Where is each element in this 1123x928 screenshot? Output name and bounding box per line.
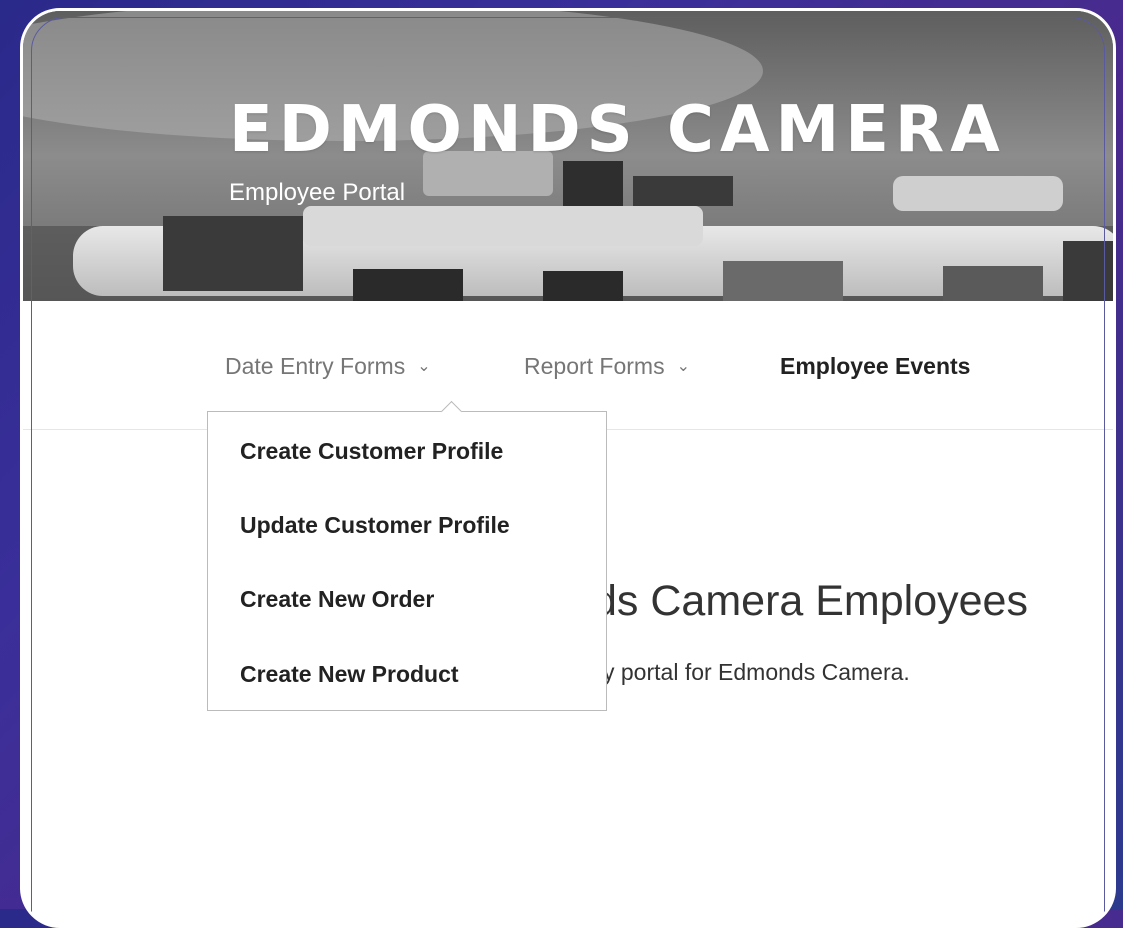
menu-item-create-customer-profile[interactable]: Create Customer Profile <box>240 438 503 465</box>
site-title[interactable]: EDMONDS CAMERA <box>229 93 1006 167</box>
header-banner: EDMONDS CAMERA Employee Portal <box>23 11 1113 301</box>
menu-item-create-new-order[interactable]: Create New Order <box>240 586 434 613</box>
nav-item-employee-events[interactable]: Employee Events <box>780 353 970 380</box>
nav-item-label: Employee Events <box>780 353 971 379</box>
nav-item-label: Date Entry Forms <box>225 353 406 379</box>
page-intro-text: y portal for Edmonds Camera. <box>603 659 910 685</box>
page-heading: ds Camera Employees <box>593 577 1028 625</box>
menu-item-update-customer-profile[interactable]: Update Customer Profile <box>240 512 510 539</box>
menu-item-create-new-product[interactable]: Create New Product <box>240 661 459 688</box>
site-subtitle: Employee Portal <box>229 179 406 206</box>
chevron-down-icon: ⌄ <box>676 357 690 375</box>
chevron-down-icon: ⌄ <box>417 357 431 375</box>
nav-item-label: Report Forms <box>524 353 665 379</box>
date-entry-forms-dropdown: Create Customer Profile Update Customer … <box>207 400 607 711</box>
nav-item-date-entry-forms[interactable]: Date Entry Forms ⌄ <box>225 353 431 380</box>
nav-item-report-forms[interactable]: Report Forms ⌄ <box>524 353 690 380</box>
browser-frame: EDMONDS CAMERA Employee Portal Date Entr… <box>20 8 1116 928</box>
